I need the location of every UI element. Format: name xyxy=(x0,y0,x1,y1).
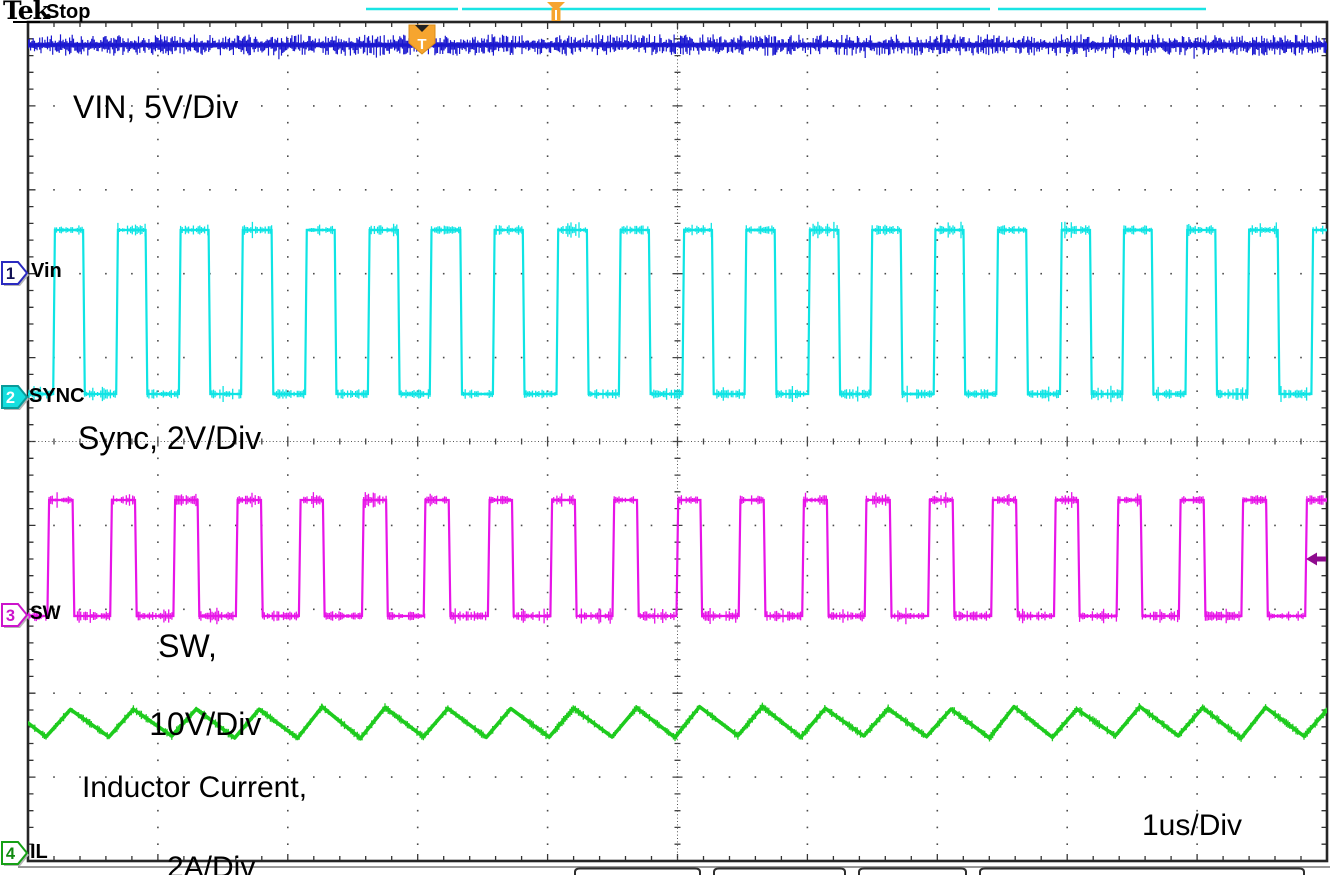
trace-sync xyxy=(0,230,1333,394)
annotation-il-line1: Inductor Current, xyxy=(82,771,307,804)
channel-1-label: Vin xyxy=(31,260,62,283)
annotation-il-line2: 2A/Div xyxy=(167,851,255,875)
channel-4-badge-digit: 4 xyxy=(6,845,16,863)
annotation-sw-line2: 10V/Div xyxy=(149,706,261,742)
channel-2-badge: 2 xyxy=(2,386,29,410)
annotation-sw-line1: SW, xyxy=(158,628,217,664)
annotation-vin: VIN, 5V/Div xyxy=(73,89,238,126)
timebase-label: 1us/Div xyxy=(1142,809,1242,843)
acquisition-status: Stop xyxy=(46,1,90,24)
channel-3-badge-digit: 3 xyxy=(6,607,15,625)
channel-2-badge-digit: 2 xyxy=(6,389,15,407)
channel-1-badge: 1 xyxy=(2,262,29,286)
annotation-inductor-current: Inductor Current, 2A/Div xyxy=(42,768,347,875)
channel-4-badge: 4 xyxy=(2,842,29,866)
channel-3-label: SW xyxy=(30,603,61,625)
channel-3-badge: 3 xyxy=(2,604,29,628)
channel-1-badge-digit: 1 xyxy=(6,265,15,283)
tek-logo-underline xyxy=(13,21,40,23)
record-trigger-marker-icon xyxy=(547,2,565,21)
menu-box-outlines xyxy=(575,869,1304,875)
trace-sync-noise xyxy=(0,222,1333,403)
annotation-sync: Sync, 2V/Div xyxy=(78,420,261,457)
trace-sw xyxy=(0,500,1333,616)
trigger-level-arrow-icon xyxy=(1306,553,1326,566)
annotation-sw: SW, 10V/Div xyxy=(105,627,270,744)
trigger-t-marker-label: T xyxy=(417,36,426,53)
trigger-t-marker-icon: T xyxy=(409,25,435,54)
oscilloscope-screen: T1234 Tek Stop Vin SYNC SW IL VIN, 5V/Di… xyxy=(0,0,1333,875)
channel-2-label: SYNC xyxy=(29,385,85,408)
